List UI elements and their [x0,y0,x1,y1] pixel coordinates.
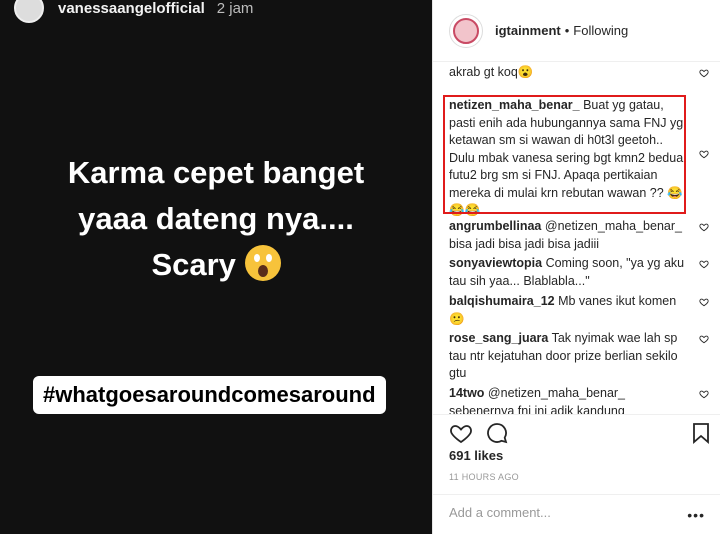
instagram-post-view: vanessaangelofficial 2 jam Karma cepet b… [0,0,720,534]
comment-item: sonyaviewtopia Coming soon, "ya yg aku t… [449,255,709,290]
comment-item: angrumbellinaa @netizen_maha_benar_ bisa… [449,218,709,253]
add-comment-bar: ••• [433,494,720,534]
add-comment-input[interactable] [449,505,669,520]
story-line-2: yaaa dateng nya.... [78,201,354,236]
story-line-1: Karma cepet banget [67,155,365,190]
story-hashtag: #whatgoesaroundcomesaround [33,376,386,414]
highlight-box [443,95,686,214]
comment-username[interactable]: balqishumaira_12 [449,294,555,308]
more-options-icon[interactable]: ••• [687,507,705,523]
comment-item: rose_sang_juara Tak nyimak wae lah sp ta… [449,330,709,383]
post-actions-bar [433,414,720,452]
story-header: vanessaangelofficial 2 jam [14,0,253,26]
account-username[interactable]: igtainment [495,23,561,38]
account-logo-icon [453,17,479,44]
comment-username[interactable]: angrumbellinaa [449,219,541,233]
post-panel: igtainment • Following nasha_khaira Teru… [432,0,720,534]
story-time: 2 jam [216,0,254,17]
comment-heart-icon[interactable] [699,259,709,269]
likes-count[interactable]: 691 likes [449,448,503,463]
account-avatar[interactable] [449,13,483,48]
comment-item: 14two @netizen_maha_benar_ sebenernya fn… [449,385,709,414]
comment-heart-icon[interactable] [699,222,709,232]
comment-heart-icon[interactable] [699,389,709,399]
like-heart-icon[interactable] [449,421,473,445]
comment-text: Teruan dia juga temenan akrab gt koq😮 [449,64,534,79]
header-separator: • [564,23,570,38]
follow-status-button[interactable]: Following [573,23,628,38]
comment-item: balqishumaira_12 Mb vanes ikut komen 😕 [449,293,709,328]
comment-heart-icon[interactable] [699,334,709,344]
comment-username[interactable]: rose_sang_juara [449,331,548,345]
comment-heart-icon[interactable] [699,297,709,307]
story-username[interactable]: vanessaangelofficial [58,0,205,17]
scream-emoji-icon [244,245,281,281]
story-caption: Karma cepet banget yaaa dateng nya.... S… [0,150,432,288]
comment-bubble-icon[interactable] [485,421,509,445]
story-avatar[interactable] [14,0,44,23]
comment-item: nasha_khaira Teruan dia juga temenan akr… [449,62,709,81]
post-timestamp: 11 HOURS AGO [449,472,519,482]
comment-username[interactable]: 14two [449,386,484,400]
comment-heart-icon[interactable] [699,68,709,78]
post-header: igtainment • Following [433,0,720,62]
comment-heart-icon[interactable] [699,149,709,159]
story-line-3: Scary [151,247,236,282]
story-panel: vanessaangelofficial 2 jam Karma cepet b… [0,0,432,534]
comment-username[interactable]: sonyaviewtopia [449,256,542,270]
bookmark-icon[interactable] [689,421,713,445]
